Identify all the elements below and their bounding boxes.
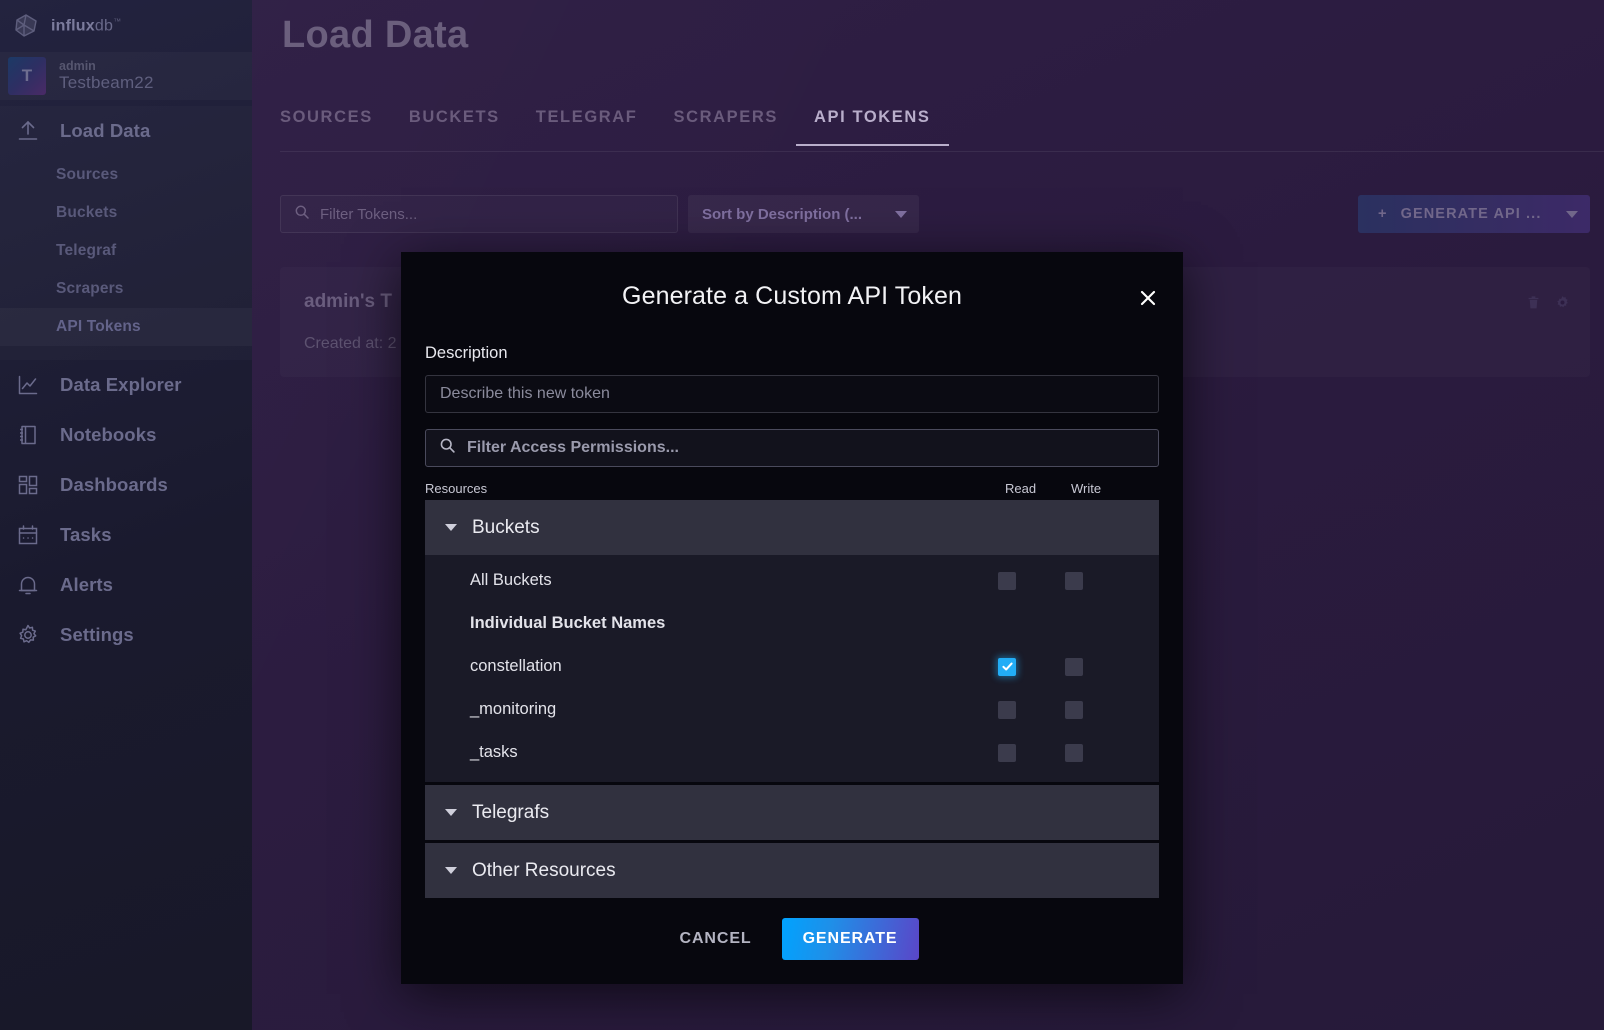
section-header-buckets[interactable]: Buckets	[425, 500, 1159, 555]
permission-group-label: Individual Bucket Names	[470, 614, 666, 632]
sidebar-item-sources[interactable]: Sources	[0, 156, 252, 194]
sidebar-item-label: Tasks	[60, 524, 112, 545]
generate-button[interactable]: GENERATE	[781, 918, 919, 960]
column-write: Write	[1071, 480, 1102, 496]
permission-row-tasks[interactable]: _tasks	[425, 731, 1159, 774]
chevron-down-icon	[445, 524, 457, 531]
influxdb-cube-icon	[13, 13, 39, 39]
permission-label: _tasks	[470, 743, 518, 761]
permission-row-constellation[interactable]: constellation	[425, 645, 1159, 688]
sidebar-item-settings[interactable]: Settings	[0, 610, 252, 660]
bell-icon	[14, 573, 42, 597]
section-header-other-resources[interactable]: Other Resources	[425, 843, 1159, 898]
permission-group-individual-bucket-names: Individual Bucket Names	[425, 602, 1159, 645]
modal-header: Generate a Custom API Token	[401, 252, 1183, 344]
sidebar-item-label: Notebooks	[60, 424, 157, 445]
section-body-buckets: All Buckets Individual Bucket Names cons…	[425, 555, 1159, 782]
column-resources: Resources	[425, 480, 488, 496]
dashboard-grid-icon	[14, 473, 42, 497]
org-switcher[interactable]: T admin Testbeam22	[0, 52, 252, 100]
influxdb-logo[interactable]: influxdb™	[0, 0, 252, 52]
sidebar-item-data-explorer[interactable]: Data Explorer	[0, 360, 252, 410]
line-chart-icon	[14, 373, 42, 397]
org-name: Testbeam22	[59, 73, 154, 93]
read-checkbox[interactable]	[998, 571, 1016, 590]
generate-token-modal: Generate a Custom API Token Description …	[401, 252, 1183, 984]
read-checkbox[interactable]	[998, 700, 1016, 719]
gear-icon	[14, 623, 42, 647]
modal-body: Description Describe this new token Filt…	[401, 344, 1183, 898]
sidebar-item-label: Dashboards	[60, 474, 168, 495]
upload-icon	[14, 119, 42, 143]
sidebar-item-api-tokens[interactable]: API Tokens	[0, 308, 252, 346]
sidebar-item-scrapers[interactable]: Scrapers	[0, 270, 252, 308]
chevron-down-icon	[445, 809, 457, 816]
chevron-down-icon	[445, 867, 457, 874]
sidebar-item-notebooks[interactable]: Notebooks	[0, 410, 252, 460]
org-avatar: T	[8, 57, 46, 95]
modal-title: Generate a Custom API Token	[622, 282, 962, 310]
sidebar-item-telegraf[interactable]: Telegraf	[0, 232, 252, 270]
permissions-column-headers: Resources Read Write	[425, 476, 1159, 500]
sidebar-item-dashboards[interactable]: Dashboards	[0, 460, 252, 510]
sidebar-item-load-data[interactable]: Load Data	[0, 106, 252, 156]
permission-label: _monitoring	[470, 700, 557, 718]
filter-permissions-input[interactable]: Filter Access Permissions...	[425, 429, 1159, 467]
description-placeholder: Describe this new token	[440, 385, 610, 402]
write-checkbox[interactable]	[1065, 571, 1083, 590]
influxdb-wordmark: influxdb™	[51, 16, 122, 35]
sidebar-item-label: Load Data	[60, 120, 151, 141]
sidebar-item-label: Data Explorer	[60, 374, 182, 395]
sidebar-item-tasks[interactable]: Tasks	[0, 510, 252, 560]
column-read: Read	[1005, 480, 1037, 496]
sidebar-item-label: Alerts	[60, 574, 114, 595]
section-label: Telegrafs	[472, 801, 550, 823]
write-checkbox[interactable]	[1065, 657, 1083, 676]
filter-permissions-placeholder: Filter Access Permissions...	[467, 439, 679, 456]
sidebar-subnav: Sources Buckets Telegraf Scrapers API To…	[0, 156, 252, 360]
permission-row-monitoring[interactable]: _monitoring	[425, 688, 1159, 731]
notebook-icon	[14, 423, 42, 447]
org-text: admin Testbeam22	[59, 59, 154, 92]
section-label: Other Resources	[472, 859, 616, 881]
description-input[interactable]: Describe this new token	[425, 375, 1159, 413]
write-checkbox[interactable]	[1065, 743, 1083, 762]
permission-label: constellation	[470, 657, 562, 675]
cancel-button[interactable]: CANCEL	[666, 919, 766, 959]
read-checkbox[interactable]	[998, 657, 1016, 676]
calendar-icon	[14, 523, 42, 547]
sidebar-item-alerts[interactable]: Alerts	[0, 560, 252, 610]
write-checkbox[interactable]	[1065, 700, 1083, 719]
search-icon	[439, 437, 456, 459]
section-label: Buckets	[472, 516, 540, 538]
modal-footer: CANCEL GENERATE	[401, 894, 1183, 984]
app-root: influxdb™ T admin Testbeam22 Load Data S…	[0, 0, 1604, 1030]
read-checkbox[interactable]	[998, 743, 1016, 762]
sidebar-item-label: Settings	[60, 624, 134, 645]
sidebar-item-buckets[interactable]: Buckets	[0, 194, 252, 232]
description-label: Description	[425, 344, 508, 362]
close-icon[interactable]	[1135, 285, 1161, 311]
sidebar: influxdb™ T admin Testbeam22 Load Data S…	[0, 0, 252, 1030]
permission-label: All Buckets	[470, 571, 552, 589]
permission-row-all-buckets[interactable]: All Buckets	[425, 559, 1159, 602]
section-header-telegrafs[interactable]: Telegrafs	[425, 785, 1159, 840]
org-username: admin	[59, 59, 96, 74]
